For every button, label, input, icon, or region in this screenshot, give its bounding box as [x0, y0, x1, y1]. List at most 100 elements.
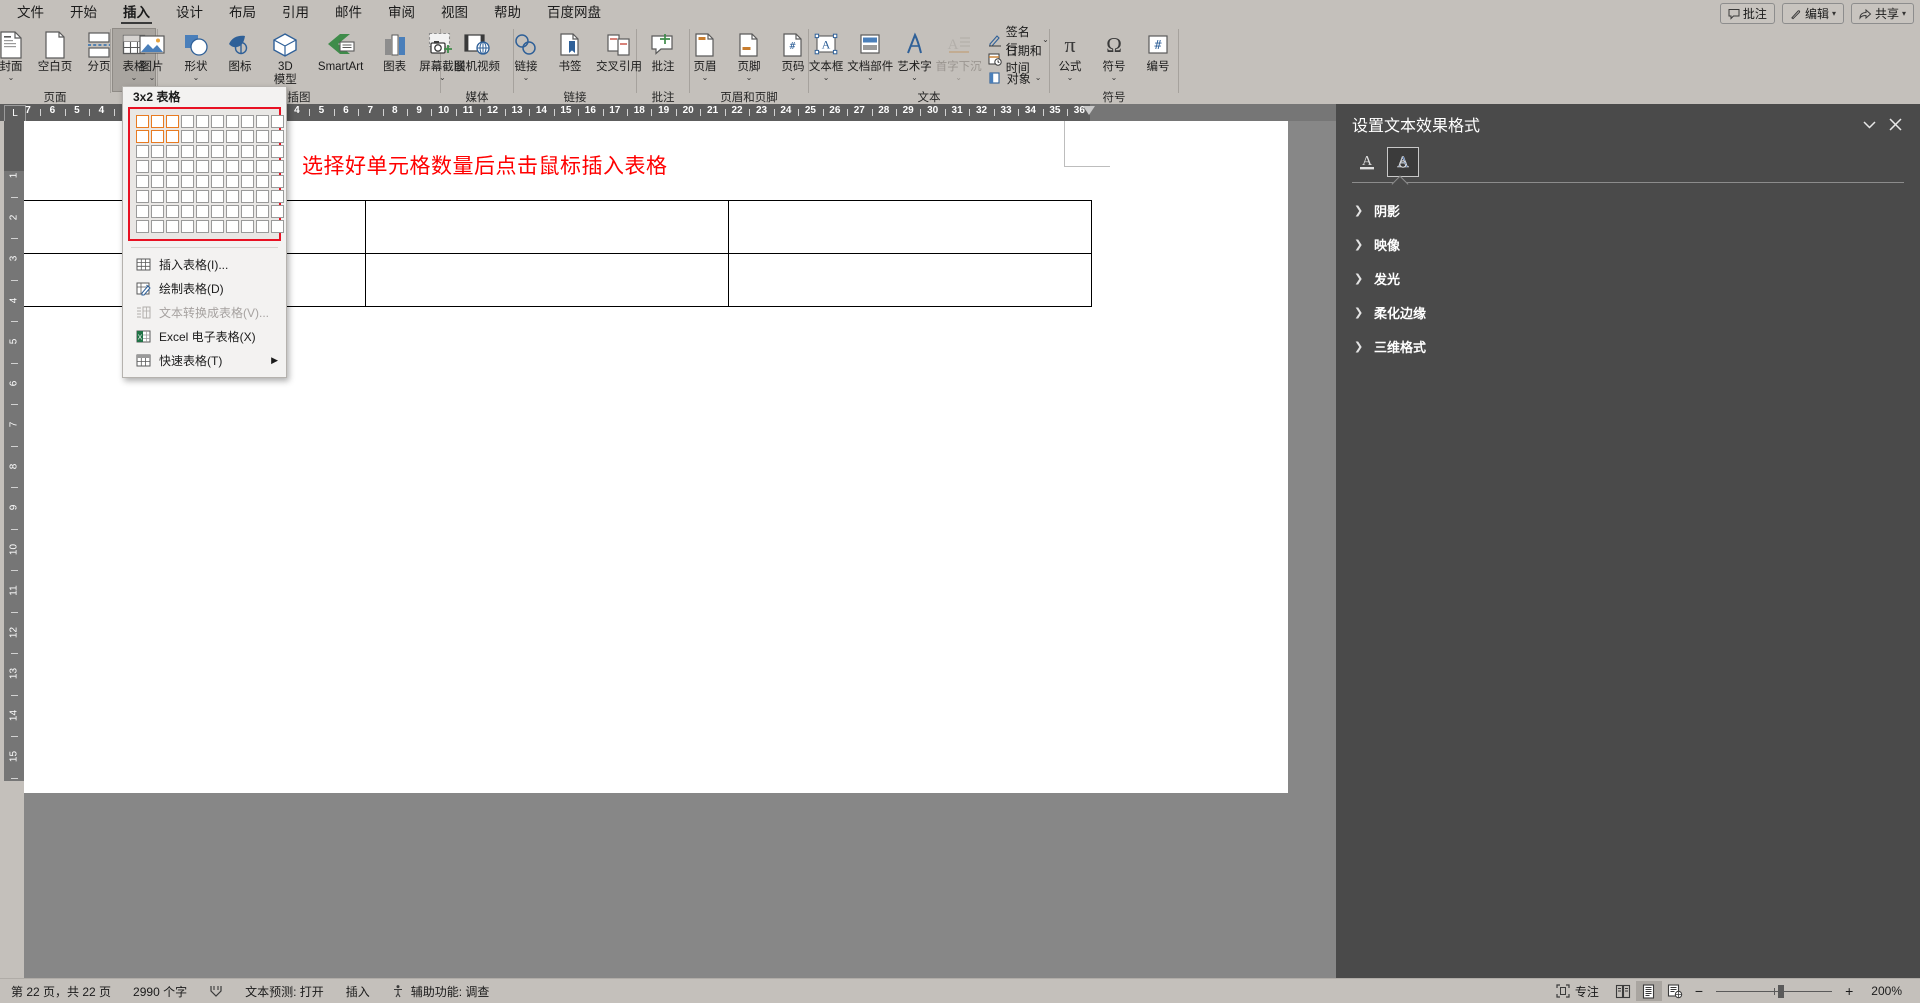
- grid-cell-6-5[interactable]: [196, 190, 209, 203]
- grid-cell-8-9[interactable]: [256, 220, 269, 233]
- grid-cell-5-3[interactable]: [166, 175, 179, 188]
- menu-item-0[interactable]: 插入表格(I)...: [123, 252, 286, 276]
- web-layout-button[interactable]: [1662, 981, 1688, 1001]
- pane-section-1[interactable]: ❯ 映像: [1336, 232, 1920, 256]
- grid-cell-8-2[interactable]: [151, 220, 164, 233]
- pane-section-2[interactable]: ❯ 发光: [1336, 266, 1920, 290]
- footer-button[interactable]: 页脚 ⌄: [727, 28, 771, 82]
- menu-item-4[interactable]: 快速表格(T) ▶: [123, 348, 286, 372]
- share-button[interactable]: 共享 ▾: [1850, 3, 1914, 24]
- table-cell[interactable]: [365, 200, 729, 254]
- smartart-button[interactable]: SmartArt: [309, 28, 373, 74]
- grid-cell-1-5[interactable]: [196, 115, 209, 128]
- grid-cell-4-8[interactable]: [241, 160, 254, 173]
- grid-cell-3-5[interactable]: [196, 145, 209, 158]
- ribbon-tab-5[interactable]: 引用: [269, 0, 322, 26]
- grid-cell-8-4[interactable]: [181, 220, 194, 233]
- grid-cell-7-2[interactable]: [151, 205, 164, 218]
- grid-cell-2-7[interactable]: [226, 130, 239, 143]
- quick-parts-button[interactable]: 文档部件 ⌄: [847, 28, 893, 82]
- grid-cell-1-4[interactable]: [181, 115, 194, 128]
- accessibility-status[interactable]: 辅助功能: 调查: [381, 983, 501, 1000]
- grid-cell-3-2[interactable]: [151, 145, 164, 158]
- grid-cell-3-8[interactable]: [241, 145, 254, 158]
- grid-cell-6-10[interactable]: [271, 190, 284, 203]
- vertical-ruler[interactable]: 123456789101112131415161718: [4, 121, 24, 781]
- grid-cell-7-1[interactable]: [136, 205, 149, 218]
- grid-cell-3-9[interactable]: [256, 145, 269, 158]
- table-cell[interactable]: [728, 253, 1092, 307]
- grid-cell-2-1[interactable]: [136, 130, 149, 143]
- grid-cell-5-10[interactable]: [271, 175, 284, 188]
- grid-cell-2-5[interactable]: [196, 130, 209, 143]
- grid-cell-1-2[interactable]: [151, 115, 164, 128]
- grid-cell-1-1[interactable]: [136, 115, 149, 128]
- chevron-down-icon[interactable]: ⌄: [1067, 73, 1074, 82]
- online-video-button[interactable]: 联机视频: [450, 28, 504, 74]
- chevron-down-icon[interactable]: ⌄: [1111, 73, 1118, 82]
- wordart-button[interactable]: 艺术字 ⌄: [892, 28, 936, 82]
- table-cell[interactable]: [365, 253, 729, 307]
- chevron-down-icon[interactable]: ⌄: [955, 73, 962, 82]
- grid-cell-3-10[interactable]: [271, 145, 284, 158]
- menu-item-1[interactable]: 绘制表格(D): [123, 276, 286, 300]
- page-indicator[interactable]: 第 22 页，共 22 页: [0, 983, 122, 1000]
- cover-page-button[interactable]: 封面 ⌄: [0, 28, 33, 82]
- date-time-item[interactable]: 日期和时间: [985, 44, 1052, 75]
- grid-cell-7-8[interactable]: [241, 205, 254, 218]
- shapes-button[interactable]: 形状 ⌄: [174, 28, 218, 82]
- insert-table-menu[interactable]: 3x2 表格 插入表格(I)... 绘制表格(D) 文本转换成表格(V)... X Ex…: [122, 86, 287, 378]
- ribbon-tab-1[interactable]: 开始: [57, 0, 110, 26]
- chevron-down-icon[interactable]: ⌄: [193, 73, 200, 82]
- text-prediction-status[interactable]: 文本预测: 打开: [234, 983, 335, 1000]
- grid-cell-6-6[interactable]: [211, 190, 224, 203]
- zoom-level[interactable]: 200%: [1860, 984, 1920, 998]
- insert-mode-status[interactable]: 插入: [335, 983, 381, 1000]
- chevron-down-icon[interactable]: ⌄: [823, 73, 830, 82]
- grid-cell-6-9[interactable]: [256, 190, 269, 203]
- grid-cell-8-5[interactable]: [196, 220, 209, 233]
- chevron-down-icon[interactable]: ⌄: [746, 73, 753, 82]
- chevron-down-icon[interactable]: [1856, 111, 1882, 137]
- grid-cell-1-6[interactable]: [211, 115, 224, 128]
- ribbon-tab-0[interactable]: 文件: [4, 0, 57, 26]
- chevron-down-icon[interactable]: ⌄: [1035, 74, 1042, 82]
- grid-cell-1-8[interactable]: [241, 115, 254, 128]
- grid-cell-5-4[interactable]: [181, 175, 194, 188]
- grid-cell-7-9[interactable]: [256, 205, 269, 218]
- grid-cell-8-10[interactable]: [271, 220, 284, 233]
- grid-cell-8-8[interactable]: [241, 220, 254, 233]
- blank-page-button[interactable]: 空白页: [33, 28, 77, 74]
- model-3d-button[interactable]: 3D 模型 ⌄: [262, 28, 309, 94]
- grid-cell-5-9[interactable]: [256, 175, 269, 188]
- object-item[interactable]: 对象 ⌄: [985, 69, 1052, 88]
- grid-cell-5-1[interactable]: [136, 175, 149, 188]
- grid-cell-6-7[interactable]: [226, 190, 239, 203]
- text-effects-tab[interactable]: A: [1387, 147, 1419, 177]
- grid-cell-8-1[interactable]: [136, 220, 149, 233]
- chart-button[interactable]: 图表: [373, 28, 417, 74]
- link-button[interactable]: 链接 ⌄: [504, 28, 548, 82]
- grid-cell-8-3[interactable]: [166, 220, 179, 233]
- icons-button[interactable]: 图标: [218, 28, 262, 74]
- grid-cell-7-5[interactable]: [196, 205, 209, 218]
- text-fill-outline-tab[interactable]: A: [1352, 148, 1382, 176]
- grid-cell-4-1[interactable]: [136, 160, 149, 173]
- grid-cell-2-10[interactable]: [271, 130, 284, 143]
- table-cell[interactable]: [728, 200, 1092, 254]
- menu-item-3[interactable]: X Excel 电子表格(X): [123, 324, 286, 348]
- indent-marker[interactable]: [1083, 106, 1095, 115]
- pane-section-3[interactable]: ❯ 柔化边缘: [1336, 300, 1920, 324]
- grid-cell-4-6[interactable]: [211, 160, 224, 173]
- print-layout-button[interactable]: [1635, 981, 1662, 1001]
- equation-button[interactable]: π 公式 ⌄: [1048, 28, 1092, 82]
- grid-cell-4-2[interactable]: [151, 160, 164, 173]
- grid-cell-4-9[interactable]: [256, 160, 269, 173]
- grid-cell-6-2[interactable]: [151, 190, 164, 203]
- grid-cell-1-7[interactable]: [226, 115, 239, 128]
- grid-cell-3-3[interactable]: [166, 145, 179, 158]
- grid-cell-8-6[interactable]: [211, 220, 224, 233]
- grid-cell-6-3[interactable]: [166, 190, 179, 203]
- grid-cell-3-4[interactable]: [181, 145, 194, 158]
- grid-cell-5-7[interactable]: [226, 175, 239, 188]
